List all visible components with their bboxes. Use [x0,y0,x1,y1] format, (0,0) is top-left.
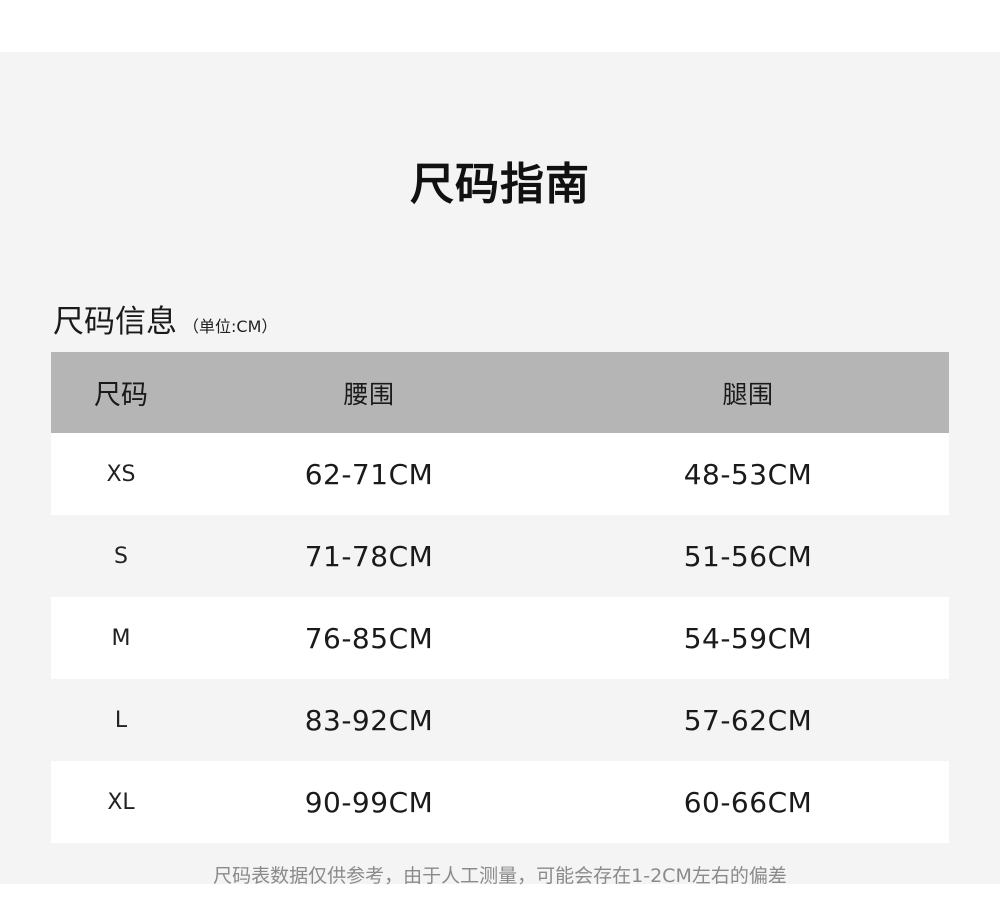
waist-cell: 83-92CM [304,703,434,737]
header-size: 尺码 [94,380,148,411]
table-row: S 71-78CM 51-56CM [51,515,949,597]
section-label: 尺码信息 [53,304,177,340]
page-title: 尺码指南 [410,159,590,210]
waist-cell: 62-71CM [304,457,434,491]
section-heading: 尺码信息 （单位:CM） [53,296,277,341]
unit-label: （单位:CM） [183,317,278,336]
waist-cell: 76-85CM [304,621,434,655]
table-row: M 76-85CM 54-59CM [51,597,949,679]
thigh-cell: 48-53CM [683,457,813,491]
table-row: XS 62-71CM 48-53CM [51,433,949,515]
waist-cell: 90-99CM [304,785,434,819]
size-cell: L [114,707,128,733]
header-thigh: 腿围 [722,379,774,409]
size-table: 尺码 腰围 腿围 XS 62-71CM 48-53CM S 71-78CM 51… [51,352,949,843]
thigh-cell: 57-62CM [683,703,813,737]
thigh-cell: 51-56CM [683,539,813,573]
table-header: 尺码 腰围 腿围 [51,352,949,433]
thigh-cell: 54-59CM [683,621,813,655]
size-cell: XS [106,461,136,487]
size-cell: XL [107,789,135,815]
thigh-cell: 60-66CM [683,785,813,819]
size-cell: S [114,543,128,569]
size-cell: M [111,625,131,651]
header-waist: 腰围 [343,379,395,409]
table-row: L 83-92CM 57-62CM [51,679,949,761]
table-row: XL 90-99CM 60-66CM [51,761,949,843]
waist-cell: 71-78CM [304,539,434,573]
disclaimer-note: 尺码表数据仅供参考，由于人工测量，可能会存在1-2CM左右的偏差 [213,865,787,887]
